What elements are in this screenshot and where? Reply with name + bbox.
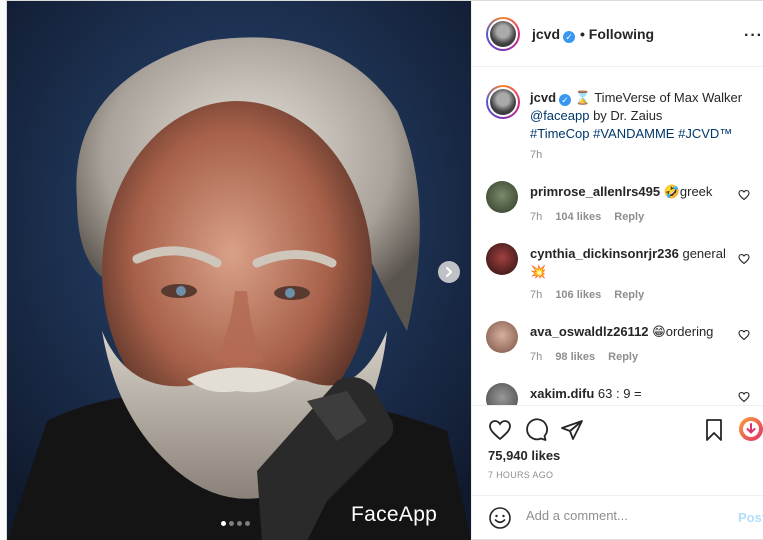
avatar[interactable] <box>486 181 518 213</box>
avatar[interactable] <box>486 243 518 275</box>
comment-likes[interactable]: 98 likes <box>555 351 595 363</box>
caption-line2: by Dr. Zaius <box>589 108 663 123</box>
comment-text: cynthia_dickinsonrjr236 general 💥 <box>530 245 730 281</box>
reply-button[interactable]: Reply <box>614 211 644 223</box>
following-button[interactable]: • Following <box>580 26 654 42</box>
post-side-panel: jcvd ✓ • Following ··· jcvd ✓ ⌛ TimeVerse … <box>471 1 763 540</box>
comment-time: 7h <box>530 289 543 301</box>
comment-meta: 7h 98 likes Reply <box>530 351 648 363</box>
hashtags-link[interactable]: #TimeCop #VANDAMME #JCVD™ <box>530 126 732 141</box>
caption-avatar[interactable] <box>486 85 520 119</box>
comment-body: general <box>682 246 726 261</box>
carousel-dot <box>221 521 226 526</box>
comment-body: ordering <box>665 324 714 339</box>
post-comment-button[interactable]: Post <box>738 510 763 525</box>
hourglass-emoji: ⌛ <box>574 90 591 105</box>
comment-username[interactable]: xakim.difu <box>530 386 594 401</box>
bookmark-icon[interactable] <box>702 418 726 442</box>
comment-body: 63 : 9 = <box>597 386 642 401</box>
comment-time: 7h <box>530 211 543 223</box>
avatar <box>490 21 516 47</box>
likes-count[interactable]: 75,940 likes <box>488 448 560 463</box>
comment-meta: 7h 106 likes Reply <box>530 289 654 301</box>
portrait-photo <box>7 1 471 540</box>
post-timestamp: 7 HOURS AGO <box>488 470 554 480</box>
comment-likes[interactable]: 104 likes <box>555 211 601 223</box>
carousel-indicator <box>221 521 250 526</box>
comment-emoji: 😁 <box>652 324 666 339</box>
caption-username[interactable]: jcvd <box>530 90 556 105</box>
comment-emoji: 🤣 <box>663 184 680 199</box>
download-icon[interactable] <box>738 416 763 442</box>
faceapp-watermark: FaceApp <box>351 503 438 526</box>
smiley-icon[interactable] <box>488 506 512 530</box>
heart-icon[interactable] <box>488 418 512 442</box>
comment-meta: 7h 104 likes Reply <box>530 211 654 223</box>
comment-item: xakim.difu 63 : 9 = <box>472 383 763 405</box>
mention-link[interactable]: @faceapp <box>530 108 589 123</box>
add-comment-bar: Post <box>472 495 763 540</box>
carousel-dot <box>237 521 242 526</box>
comment-body: greek <box>679 184 713 199</box>
post-actions: 75,940 likes 7 HOURS AGO <box>472 405 763 495</box>
comment-time: 7h <box>530 351 543 363</box>
reply-button[interactable]: Reply <box>614 289 644 301</box>
comment-username[interactable]: cynthia_dickinsonrjr236 <box>530 246 679 261</box>
header-username[interactable]: jcvd <box>532 26 560 42</box>
avatar[interactable] <box>486 383 518 405</box>
heart-icon[interactable] <box>738 253 750 265</box>
avatar[interactable] <box>486 321 518 353</box>
caption-time: 7h <box>530 149 543 161</box>
more-horizontal-icon[interactable]: ··· <box>744 27 763 45</box>
comment-text: xakim.difu 63 : 9 = <box>530 385 730 403</box>
story-ring-avatar[interactable] <box>486 17 520 51</box>
verified-badge-icon: ✓ <box>563 31 576 43</box>
carousel-dot <box>229 521 234 526</box>
comment-emoji: 💥 <box>530 264 547 279</box>
comment-username[interactable]: ava_oswaldlz26112 <box>530 324 649 339</box>
reply-button[interactable]: Reply <box>608 351 638 363</box>
comment-text: ava_oswaldlz26112 😁ordering <box>530 323 730 341</box>
carousel-dot <box>245 521 250 526</box>
paper-plane-icon[interactable] <box>560 418 584 442</box>
verified-badge-icon: ✓ <box>559 94 572 106</box>
post-header: jcvd ✓ • Following ··· <box>472 1 763 67</box>
comment-likes[interactable]: 106 likes <box>555 289 601 301</box>
heart-icon[interactable] <box>738 391 750 403</box>
heart-icon[interactable] <box>738 189 750 201</box>
chevron-right-icon <box>446 267 453 277</box>
next-slide-button[interactable] <box>438 261 460 283</box>
avatar <box>490 89 516 115</box>
caption-line1: TimeVerse of Max Walker <box>594 90 743 105</box>
comment-input[interactable] <box>526 508 716 523</box>
post-caption: jcvd ✓ ⌛ TimeVerse of Max Walker @faceapp… <box>530 89 755 143</box>
comment-username[interactable]: primrose_allenlrs495 <box>530 184 660 199</box>
post-media[interactable]: FaceApp <box>7 1 471 540</box>
comment-icon[interactable] <box>524 418 548 442</box>
comment-text: primrose_allenlrs495 🤣greek <box>530 183 730 201</box>
header-username-link[interactable]: jcvd ✓ <box>532 26 576 43</box>
post-dialog: FaceApp jcvd ✓ • Following ··· jcvd ✓ ⌛ Ti… <box>6 0 763 540</box>
heart-icon[interactable] <box>738 329 750 341</box>
